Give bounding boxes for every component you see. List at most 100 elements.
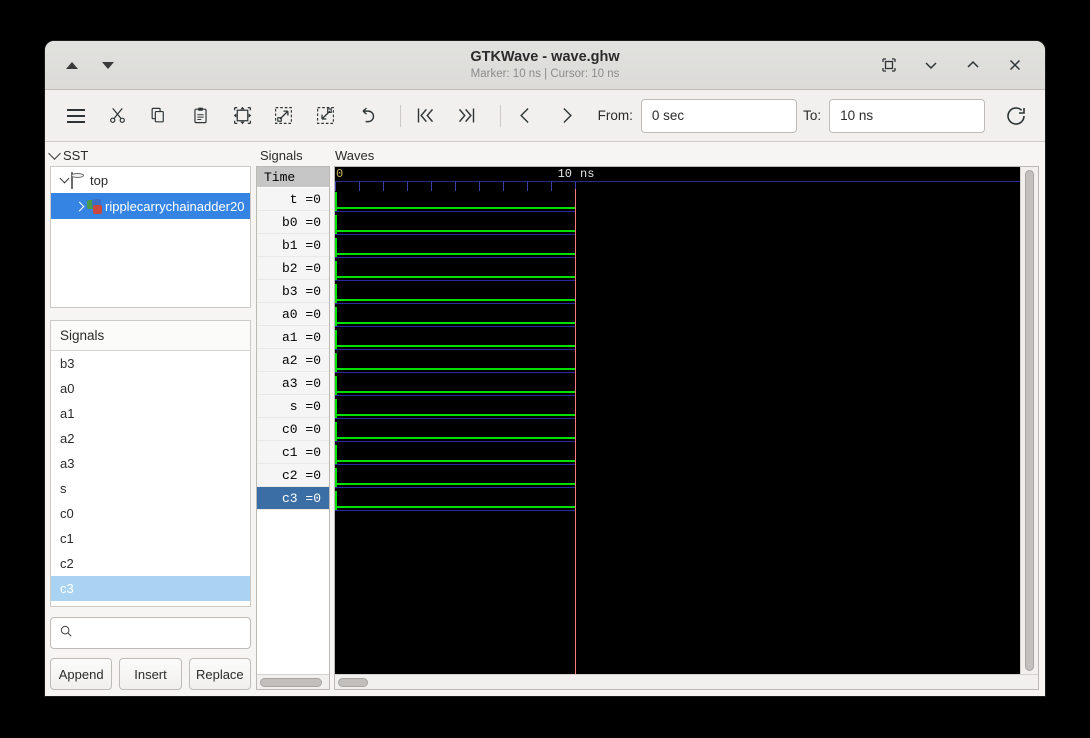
- waveform-low-level: [335, 506, 575, 508]
- wave-signal-row[interactable]: a1 =0: [257, 326, 329, 349]
- search-icon: [59, 624, 73, 643]
- from-input[interactable]: 0 sec: [640, 98, 798, 133]
- wave-signal-row[interactable]: b0 =0: [257, 211, 329, 234]
- zoom-out-icon[interactable]: [308, 98, 342, 134]
- search-input[interactable]: [79, 625, 242, 641]
- wave-signal-row[interactable]: b1 =0: [257, 234, 329, 257]
- toolbar: From: 0 sec To: 10 ns: [45, 90, 1045, 142]
- sst-frame-label: SST: [48, 147, 251, 166]
- waveform-row[interactable]: [335, 465, 575, 488]
- restore-window-icon[interactable]: [879, 55, 899, 75]
- list-item-label: c2: [60, 556, 74, 571]
- triangle-up-icon[interactable]: [63, 56, 81, 74]
- insert-button[interactable]: Insert: [119, 658, 182, 690]
- waveform-row[interactable]: [335, 488, 575, 511]
- tree-row-label: top: [90, 172, 109, 188]
- chevron-right-icon[interactable]: [550, 98, 584, 134]
- waveform-low-level: [335, 322, 575, 324]
- wave-signal-row[interactable]: b3 =0: [257, 280, 329, 303]
- time-ruler[interactable]: 0 10 ns: [335, 167, 1020, 191]
- list-item-label: b3: [60, 356, 75, 371]
- triangle-down-icon[interactable]: [99, 56, 117, 74]
- list-item[interactable]: a0: [51, 376, 250, 401]
- hamburger-menu-icon[interactable]: [59, 98, 93, 134]
- wave-signal-row[interactable]: b2 =0: [257, 257, 329, 280]
- tree-row-top[interactable]: top: [51, 167, 250, 193]
- list-item[interactable]: a2: [51, 426, 250, 451]
- wave-vscrollbar[interactable]: [1020, 167, 1038, 674]
- wave-signal-row[interactable]: a3 =0: [257, 372, 329, 395]
- list-item[interactable]: a3: [51, 451, 250, 476]
- chevron-right-icon[interactable]: [73, 201, 87, 211]
- wave-signal-names-panel[interactable]: Time t =0 b0 =0 b1 =0 b2 =0 b3 =0 a0 =0 a1 =0 a…: [256, 166, 330, 690]
- wave-signal-label: a3 =0: [281, 375, 321, 391]
- waveform-row[interactable]: [335, 304, 575, 327]
- chevron-down-icon[interactable]: [921, 55, 941, 75]
- wave-signal-label: t =0: [289, 191, 321, 207]
- wave-signal-row[interactable]: c2 =0: [257, 464, 329, 487]
- waveform-row[interactable]: [335, 350, 575, 373]
- chevron-left-icon[interactable]: [509, 98, 543, 134]
- reload-icon[interactable]: [999, 98, 1033, 134]
- wave-hscrollbar[interactable]: [335, 674, 1038, 689]
- list-item[interactable]: c1: [51, 526, 250, 551]
- append-button[interactable]: Append: [50, 658, 113, 690]
- titlebar: GTKWave - wave.ghw Marker: 10 ns | Curso…: [45, 41, 1045, 90]
- undo-icon[interactable]: [350, 98, 384, 134]
- time-unit-label: ns: [580, 167, 595, 181]
- scrollbar-thumb[interactable]: [1025, 170, 1034, 671]
- waveform-start-edge: [335, 399, 337, 419]
- list-item[interactable]: b3: [51, 351, 250, 376]
- chevron-up-icon[interactable]: [963, 55, 983, 75]
- waveform-low-level: [335, 437, 575, 439]
- cursor-line[interactable]: [575, 189, 576, 674]
- list-item-label: a0: [60, 381, 75, 396]
- wave-canvas[interactable]: 0 10 ns: [335, 167, 1020, 674]
- skip-to-start-icon[interactable]: [408, 98, 442, 134]
- wave-signal-row[interactable]: c3 =0: [257, 487, 329, 510]
- waveform-row[interactable]: [335, 373, 575, 396]
- chevron-down-icon[interactable]: [48, 147, 61, 160]
- wave-signal-names-list[interactable]: Time t =0 b0 =0 b1 =0 b2 =0 b3 =0 a0 =0 a1 =0 a…: [257, 167, 329, 674]
- list-item[interactable]: c0: [51, 501, 250, 526]
- tree-row-instance[interactable]: ripplecarrychainadder20: [51, 193, 250, 219]
- waveform-start-edge: [335, 445, 337, 465]
- skip-to-end-icon[interactable]: [450, 98, 484, 134]
- waveform-row[interactable]: [335, 419, 575, 442]
- wave-signal-row[interactable]: a2 =0: [257, 349, 329, 372]
- scrollbar-thumb[interactable]: [260, 677, 322, 687]
- signal-list[interactable]: b3 a0 a1 a2 a3 s c0 c1 c2 c3: [51, 351, 250, 606]
- waveform-start-edge: [335, 238, 337, 258]
- wave-signal-row[interactable]: s =0: [257, 395, 329, 418]
- chevron-down-icon[interactable]: [57, 173, 71, 185]
- scissors-icon[interactable]: [101, 98, 135, 134]
- waveform-row[interactable]: [335, 281, 575, 304]
- waveform-row[interactable]: [335, 258, 575, 281]
- wave-signals-hscrollbar[interactable]: [257, 674, 329, 689]
- waveform-row[interactable]: [335, 442, 575, 465]
- waveform-row[interactable]: [335, 212, 575, 235]
- to-input[interactable]: 10 ns: [829, 98, 986, 133]
- scrollbar-thumb[interactable]: [338, 677, 368, 687]
- wave-signal-row[interactable]: a0 =0: [257, 303, 329, 326]
- sst-tree[interactable]: top ripplecarrychainadder20: [50, 166, 251, 308]
- waveform-row[interactable]: [335, 235, 575, 258]
- list-item[interactable]: a1: [51, 401, 250, 426]
- copy-icon[interactable]: [142, 98, 176, 134]
- close-icon[interactable]: [1005, 55, 1025, 75]
- waveform-row[interactable]: [335, 327, 575, 350]
- wave-signal-row[interactable]: c0 =0: [257, 418, 329, 441]
- list-item[interactable]: s: [51, 476, 250, 501]
- replace-button[interactable]: Replace: [188, 658, 251, 690]
- waveform-row[interactable]: [335, 396, 575, 419]
- search-box[interactable]: [50, 617, 251, 649]
- waveform-row[interactable]: [335, 189, 575, 212]
- zoom-fit-icon[interactable]: [225, 98, 259, 134]
- ruler-baseline: [335, 181, 1020, 182]
- list-item[interactable]: c2: [51, 551, 250, 576]
- clipboard-icon[interactable]: [184, 98, 218, 134]
- list-item[interactable]: c3: [51, 576, 250, 601]
- wave-signal-row[interactable]: c1 =0: [257, 441, 329, 464]
- zoom-in-icon[interactable]: [267, 98, 301, 134]
- wave-signal-row[interactable]: t =0: [257, 188, 329, 211]
